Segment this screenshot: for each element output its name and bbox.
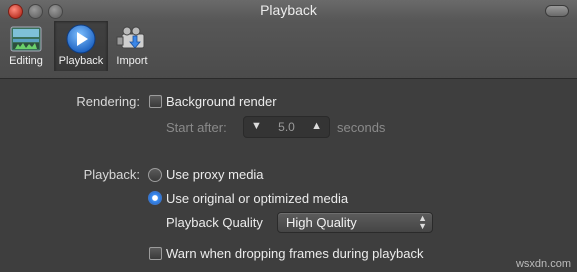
- start-after-stepper[interactable]: ▼ 5.0 ▲: [243, 116, 330, 138]
- background-render-checkbox[interactable]: [149, 95, 162, 108]
- title-bar: Playback Editing Playback Import: [0, 0, 577, 79]
- use-proxy-media-label[interactable]: Use proxy media: [166, 167, 264, 182]
- background-render-label[interactable]: Background render: [166, 94, 277, 109]
- toolbar-item-playback[interactable]: Playback: [54, 21, 108, 71]
- popup-chevron-icon: ▲ ▼: [418, 213, 427, 231]
- rendering-section-label: Rendering:: [76, 94, 140, 109]
- use-original-media-label[interactable]: Use original or optimized media: [166, 191, 348, 206]
- toolbar-item-label: Playback: [58, 55, 104, 67]
- increment-icon[interactable]: ▲: [311, 120, 322, 132]
- import-icon: [116, 26, 145, 49]
- playback-quality-popup[interactable]: High Quality ▲ ▼: [277, 212, 433, 233]
- start-after-label: Start after:: [166, 120, 227, 135]
- playback-icon: [66, 24, 96, 54]
- playback-quality-value: High Quality: [286, 215, 357, 230]
- start-after-unit: seconds: [337, 120, 386, 135]
- warn-dropping-frames-checkbox[interactable]: [149, 247, 162, 260]
- toolbar-item-label: Import: [116, 55, 148, 67]
- editing-icon: [10, 26, 42, 52]
- use-proxy-media-radio[interactable]: [148, 168, 162, 182]
- toolbar-item-editing[interactable]: Editing: [2, 21, 50, 71]
- playback-quality-label: Playback Quality: [166, 215, 263, 230]
- toolbar-item-label: Editing: [9, 55, 43, 67]
- toolbar-item-import[interactable]: Import: [108, 21, 156, 71]
- toolbar-toggle-button[interactable]: [545, 5, 569, 17]
- preferences-pane: Rendering: Background render Start after…: [0, 79, 577, 272]
- use-original-media-radio[interactable]: [148, 191, 162, 205]
- watermark: wsxdn.com: [515, 258, 571, 270]
- playback-section-label: Playback:: [83, 167, 140, 182]
- window-title: Playback: [260, 2, 317, 18]
- warn-dropping-frames-label[interactable]: Warn when dropping frames during playbac…: [166, 246, 424, 261]
